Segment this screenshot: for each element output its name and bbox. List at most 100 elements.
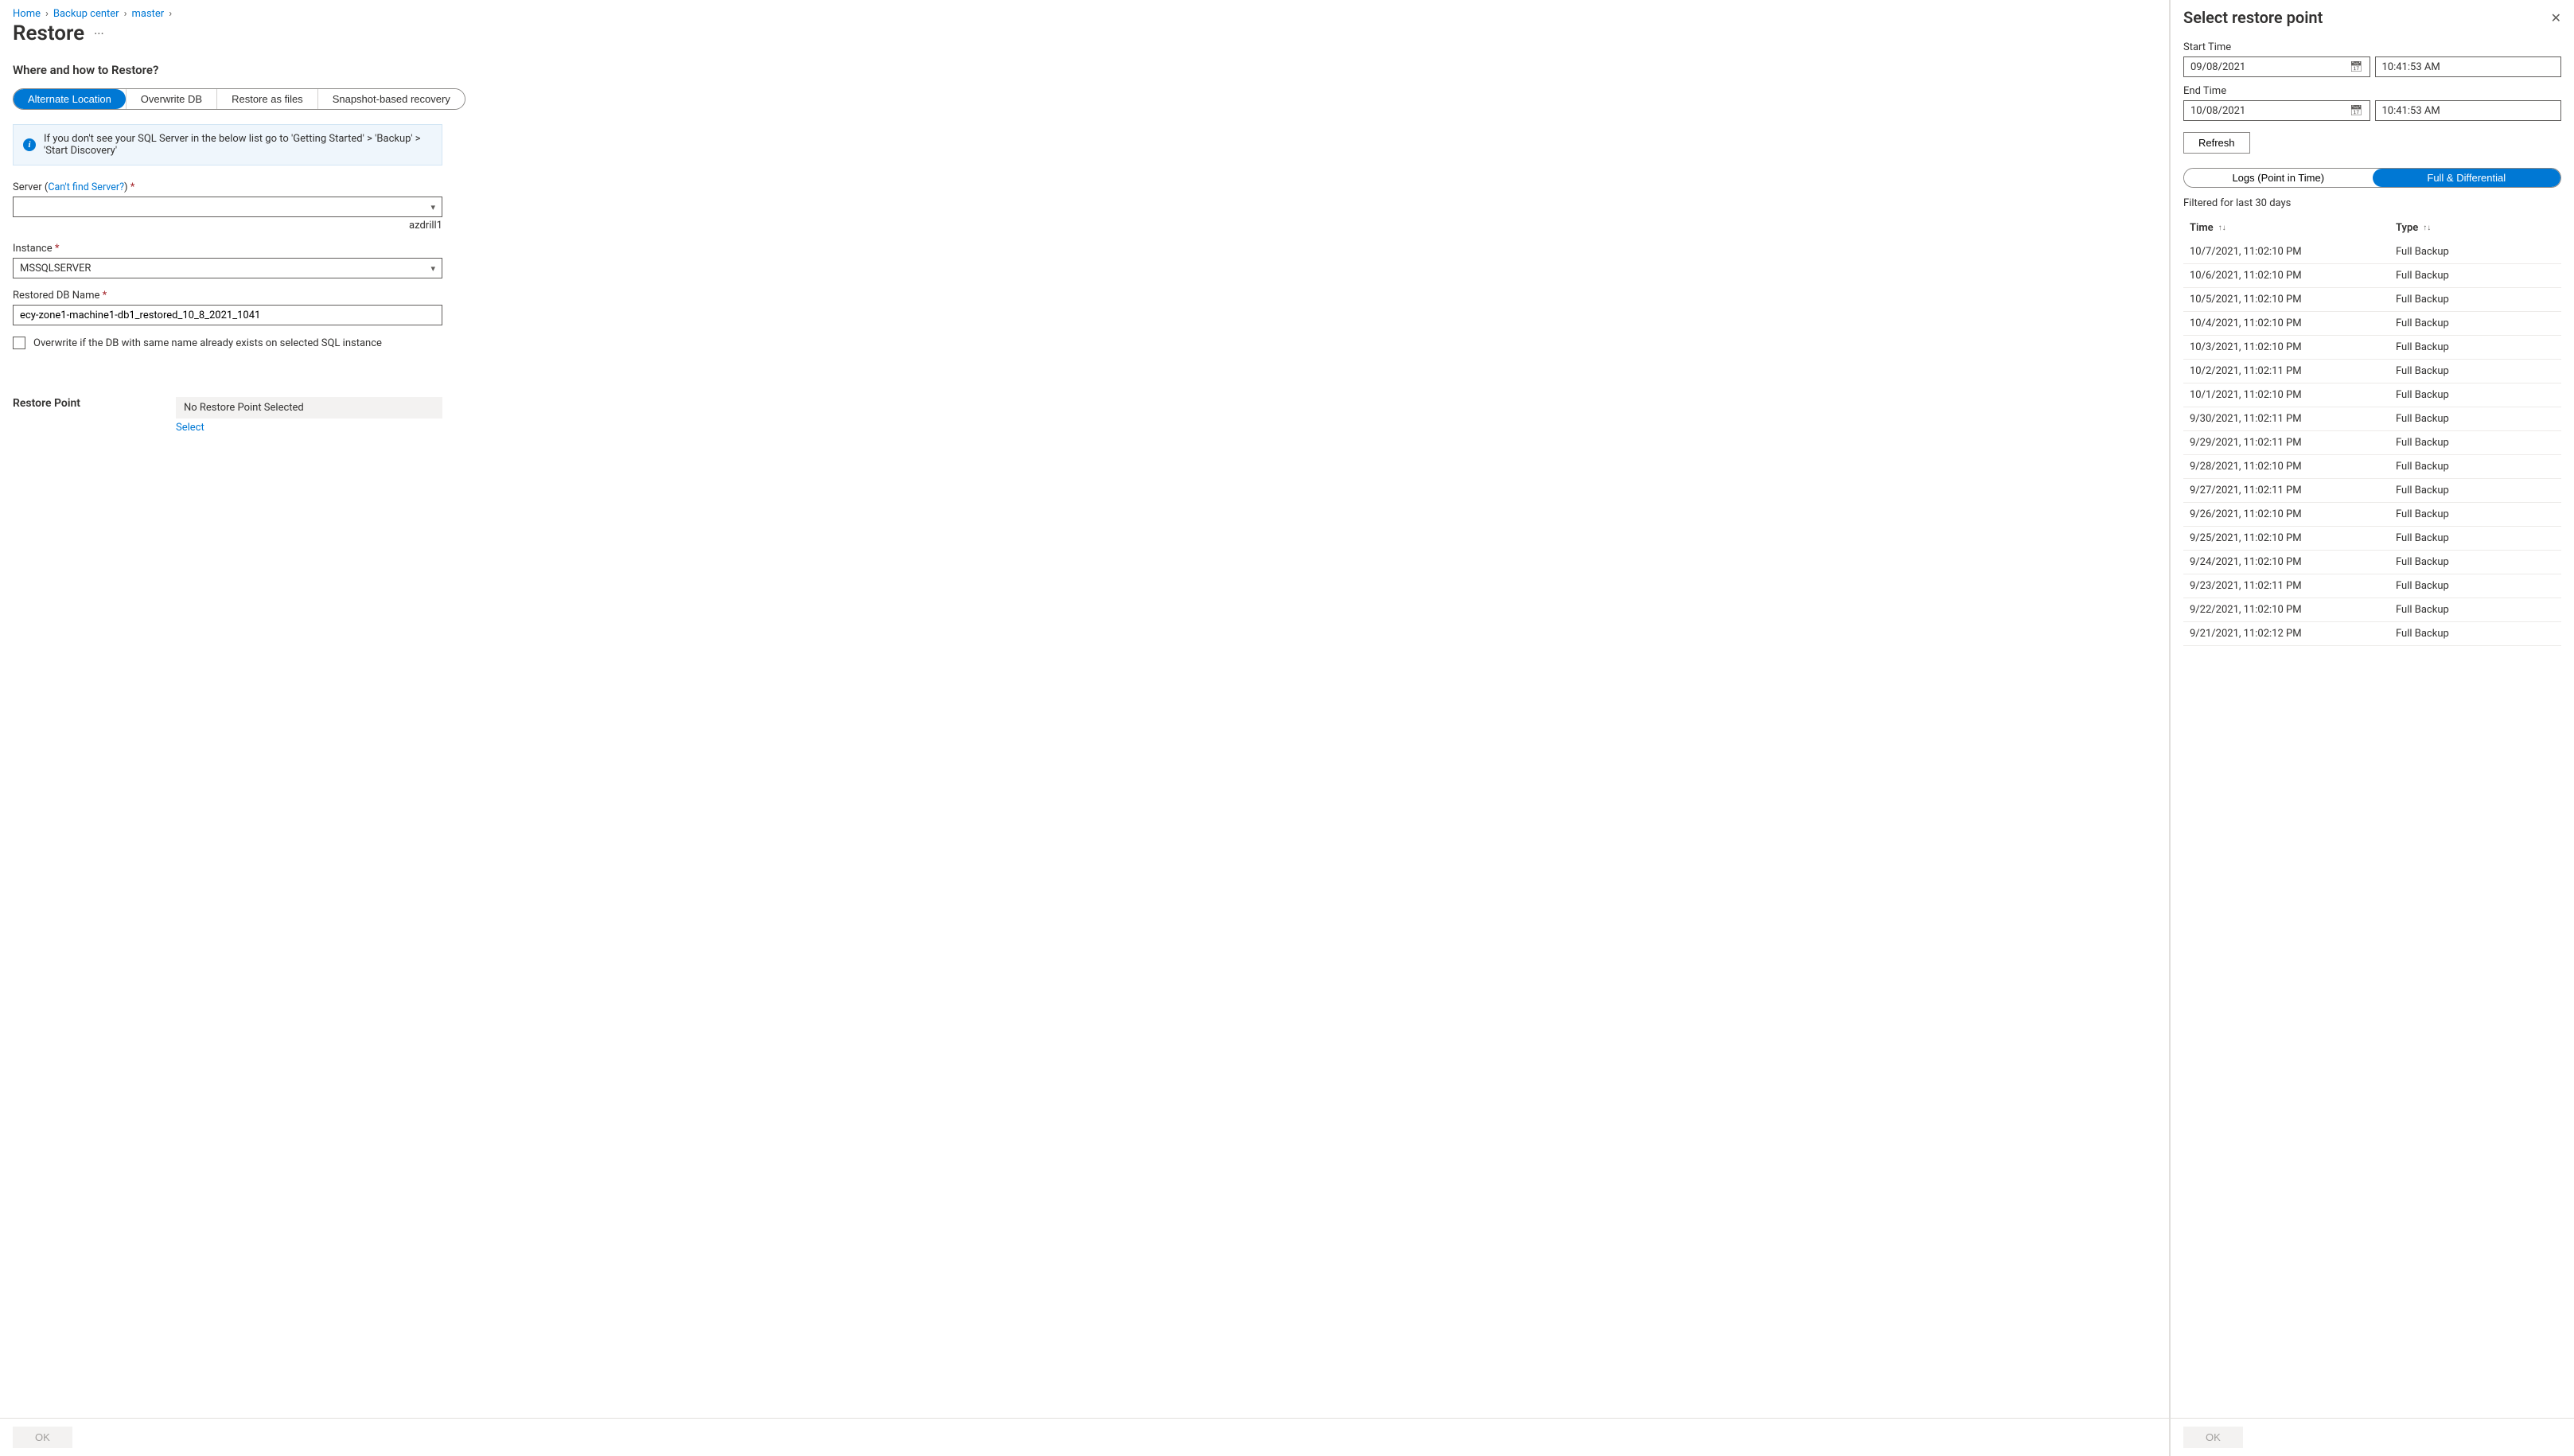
select-restore-point-link[interactable]: Select: [176, 422, 204, 434]
restore-point-type: Full Backup: [2396, 294, 2555, 306]
side-panel: Select restore point ✕ Start Time 09/08/…: [2170, 0, 2574, 1456]
restore-point-row[interactable]: 9/24/2021, 11:02:10 PMFull Backup: [2183, 551, 2561, 574]
restore-point-row[interactable]: 9/21/2021, 11:02:12 PMFull Backup: [2183, 622, 2561, 646]
restore-point-time: 9/30/2021, 11:02:11 PM: [2190, 413, 2396, 425]
restore-point-row[interactable]: 9/29/2021, 11:02:11 PMFull Backup: [2183, 431, 2561, 455]
sort-icon: ↑↓: [2218, 224, 2226, 232]
restore-point-time: 10/2/2021, 11:02:11 PM: [2190, 365, 2396, 377]
chevron-down-icon: ▾: [430, 263, 435, 274]
column-header-type[interactable]: Type ↑↓: [2396, 222, 2555, 234]
server-label-text: Server (: [13, 181, 48, 193]
column-header-time[interactable]: Time ↑↓: [2190, 222, 2396, 234]
instance-select[interactable]: MSSQLSERVER ▾: [13, 258, 442, 278]
restore-point-time: 9/29/2021, 11:02:11 PM: [2190, 437, 2396, 449]
no-restore-point-selected: No Restore Point Selected: [176, 397, 442, 419]
restore-point-row[interactable]: 10/7/2021, 11:02:10 PMFull Backup: [2183, 240, 2561, 264]
side-ok-button[interactable]: OK: [2183, 1427, 2243, 1448]
server-label: Server (Can't find Server?) *: [13, 181, 442, 193]
restore-point-row[interactable]: 9/23/2021, 11:02:11 PMFull Backup: [2183, 574, 2561, 598]
restore-point-row[interactable]: 10/1/2021, 11:02:10 PMFull Backup: [2183, 383, 2561, 407]
restore-point-type: Full Backup: [2396, 628, 2555, 640]
restore-point-type: Full Backup: [2396, 341, 2555, 353]
restore-point-time: 9/22/2021, 11:02:10 PM: [2190, 604, 2396, 616]
restore-point-row[interactable]: 10/5/2021, 11:02:10 PMFull Backup: [2183, 288, 2561, 312]
instance-label-text: Instance: [13, 243, 53, 255]
restore-point-time: 10/6/2021, 11:02:10 PM: [2190, 270, 2396, 282]
restore-point-time: 9/26/2021, 11:02:10 PM: [2190, 508, 2396, 520]
restore-point-row[interactable]: 9/28/2021, 11:02:10 PMFull Backup: [2183, 455, 2561, 479]
restore-point-type: Full Backup: [2396, 604, 2555, 616]
restore-points-table: Time ↑↓ Type ↑↓ 10/7/2021, 11:02:10 PMFu…: [2183, 216, 2561, 646]
restore-point-type: Full Backup: [2396, 389, 2555, 401]
restore-point-type: Full Backup: [2396, 246, 2555, 258]
restore-mode-tab[interactable]: Snapshot-based recovery: [317, 89, 465, 109]
restore-point-type: Full Backup: [2396, 508, 2555, 520]
restore-point-row[interactable]: 9/30/2021, 11:02:11 PMFull Backup: [2183, 407, 2561, 431]
end-date-input[interactable]: 10/08/2021 📅︎: [2183, 100, 2370, 121]
restore-point-time: 10/7/2021, 11:02:10 PM: [2190, 246, 2396, 258]
server-label-close: ): [124, 181, 128, 193]
restore-point-type-tabs: Logs (Point in Time)Full & Differential: [2183, 168, 2561, 188]
instance-value: MSSQLSERVER: [20, 263, 91, 274]
chevron-right-icon: ›: [124, 8, 127, 20]
overwrite-label: Overwrite if the DB with same name alrea…: [33, 337, 382, 349]
restore-point-row[interactable]: 10/6/2021, 11:02:10 PMFull Backup: [2183, 264, 2561, 288]
start-time-label: Start Time: [2183, 41, 2561, 53]
dbname-label-text: Restored DB Name: [13, 290, 99, 302]
dbname-input[interactable]: [13, 305, 442, 325]
restore-mode-tab[interactable]: Alternate Location: [14, 89, 126, 109]
restore-point-type: Full Backup: [2396, 270, 2555, 282]
ok-button[interactable]: OK: [13, 1427, 72, 1448]
restore-point-time: 9/21/2021, 11:02:12 PM: [2190, 628, 2396, 640]
sort-icon: ↑↓: [2423, 224, 2431, 232]
server-select[interactable]: ▾: [13, 197, 442, 217]
type-header-text: Type: [2396, 222, 2418, 234]
restore-point-time: 10/3/2021, 11:02:10 PM: [2190, 341, 2396, 353]
section-heading: Where and how to Restore?: [13, 63, 2156, 77]
restore-point-type-tab[interactable]: Logs (Point in Time): [2184, 169, 2373, 187]
restore-point-type: Full Backup: [2396, 532, 2555, 544]
restore-point-type-tab[interactable]: Full & Differential: [2373, 169, 2561, 187]
restore-point-row[interactable]: 10/4/2021, 11:02:10 PMFull Backup: [2183, 312, 2561, 336]
refresh-button[interactable]: Refresh: [2183, 132, 2250, 154]
breadcrumb-master[interactable]: master: [131, 8, 164, 20]
restore-point-time: 9/25/2021, 11:02:10 PM: [2190, 532, 2396, 544]
restore-point-row[interactable]: 9/26/2021, 11:02:10 PMFull Backup: [2183, 503, 2561, 527]
close-icon[interactable]: ✕: [2551, 10, 2561, 25]
restore-point-heading: Restore Point: [13, 397, 80, 434]
restore-point-row[interactable]: 9/22/2021, 11:02:10 PMFull Backup: [2183, 598, 2561, 622]
restore-point-type: Full Backup: [2396, 437, 2555, 449]
restore-point-type: Full Backup: [2396, 413, 2555, 425]
restore-point-type: Full Backup: [2396, 365, 2555, 377]
restore-point-type: Full Backup: [2396, 317, 2555, 329]
restore-point-row[interactable]: 9/25/2021, 11:02:10 PMFull Backup: [2183, 527, 2561, 551]
restore-point-time: 9/23/2021, 11:02:11 PM: [2190, 580, 2396, 592]
start-date-value: 09/08/2021: [2190, 61, 2245, 73]
restore-mode-tabs: Alternate LocationOverwrite DBRestore as…: [13, 88, 465, 110]
info-icon: i: [23, 138, 36, 151]
cant-find-server-link[interactable]: Can't find Server?: [48, 181, 124, 193]
start-date-input[interactable]: 09/08/2021 📅︎: [2183, 56, 2370, 77]
restore-point-type: Full Backup: [2396, 580, 2555, 592]
breadcrumb: Home › Backup center › master ›: [13, 8, 2156, 20]
restore-point-time: 9/24/2021, 11:02:10 PM: [2190, 556, 2396, 568]
calendar-icon: 📅︎: [2350, 105, 2363, 117]
calendar-icon: 📅︎: [2350, 61, 2363, 73]
restore-point-time: 9/28/2021, 11:02:10 PM: [2190, 461, 2396, 473]
restore-mode-tab[interactable]: Restore as files: [216, 89, 317, 109]
overwrite-checkbox[interactable]: [13, 337, 25, 349]
more-icon[interactable]: ···: [94, 26, 104, 41]
restore-point-row[interactable]: 10/2/2021, 11:02:11 PMFull Backup: [2183, 360, 2561, 383]
restore-mode-tab[interactable]: Overwrite DB: [126, 89, 216, 109]
end-date-value: 10/08/2021: [2190, 105, 2245, 117]
main-footer: OK: [0, 1418, 2169, 1456]
restore-point-row[interactable]: 9/27/2021, 11:02:11 PMFull Backup: [2183, 479, 2561, 503]
side-panel-title: Select restore point: [2183, 8, 2323, 27]
end-time-input[interactable]: 10:41:53 AM: [2375, 100, 2562, 121]
start-time-input[interactable]: 10:41:53 AM: [2375, 56, 2562, 77]
filter-text: Filtered for last 30 days: [2183, 197, 2561, 209]
breadcrumb-home[interactable]: Home: [13, 8, 41, 20]
breadcrumb-backup-center[interactable]: Backup center: [53, 8, 119, 20]
restore-point-row[interactable]: 10/3/2021, 11:02:10 PMFull Backup: [2183, 336, 2561, 360]
info-box: i If you don't see your SQL Server in th…: [13, 124, 442, 165]
